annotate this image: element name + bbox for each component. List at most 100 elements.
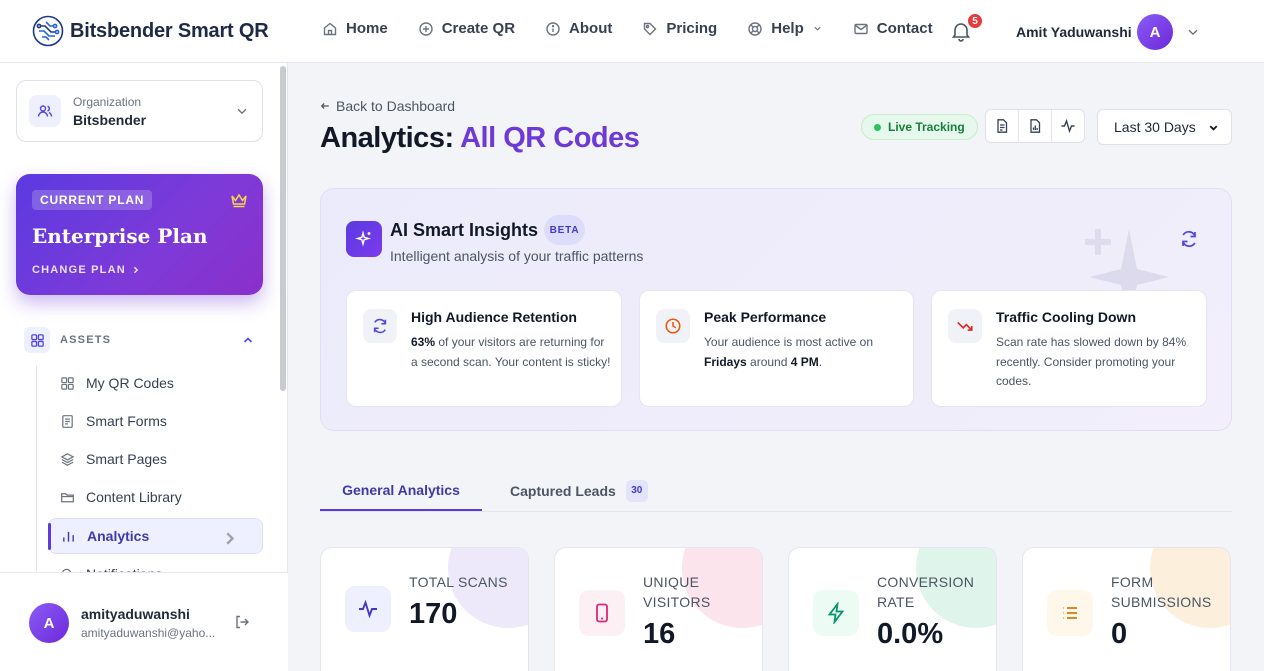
analytics-tabs: General Analytics Captured Leads 30 (320, 470, 1232, 512)
ai-insights-subtitle: Intelligent analysis of your traffic pat… (390, 248, 644, 264)
nav-help[interactable]: Help (747, 20, 823, 37)
nav-create-qr-label: Create QR (441, 20, 516, 37)
dashboard-grid-icon (24, 327, 50, 353)
nav-contact[interactable]: Contact (853, 20, 933, 37)
arrow-left-icon (320, 103, 329, 109)
ai-insights-title: AI Smart Insights (390, 220, 539, 240)
nav-home[interactable]: Home (322, 20, 388, 37)
sidebar-item-label: My QR Codes (86, 375, 174, 391)
sidebar-item-label: Smart Forms (86, 413, 167, 429)
brand[interactable]: Bitsbender Smart QR (32, 15, 269, 47)
export-pdf-button[interactable] (1019, 110, 1052, 142)
change-plan-label: CHANGE PLAN (32, 264, 126, 276)
plus-circle-icon (418, 21, 433, 36)
nav-about-label: About (569, 20, 613, 37)
live-activity-button[interactable] (1052, 110, 1084, 142)
beta-badge: BETA (544, 215, 585, 245)
assets-section-label: ASSETS (60, 334, 112, 346)
sidebar-scrollbar[interactable] (280, 66, 286, 391)
stat-label: FORM SUBMISSIONS (1111, 574, 1212, 610)
chevron-right-icon (133, 266, 139, 274)
stat-card-unique-visitors: UNIQUE VISITORS 16 (554, 547, 763, 671)
assets-section-toggle[interactable]: ASSETS (24, 326, 264, 354)
stat-card-total-scans: TOTAL SCANS 170 (320, 547, 529, 671)
stat-value: 0 (1111, 618, 1128, 650)
nav-home-label: Home (346, 20, 388, 37)
insight-text: of your visitors are returning for a sec… (411, 335, 611, 369)
insight-title: Peak Performance (704, 309, 827, 325)
live-tracking-badge: Live Tracking (861, 114, 978, 140)
nav-pricing[interactable]: Pricing (642, 20, 717, 37)
chevron-down-icon (1209, 124, 1218, 131)
bolt-icon (813, 590, 859, 636)
sidebar-tree-line (36, 366, 37, 571)
activity-icon (345, 586, 391, 632)
file-text-icon (997, 119, 1008, 133)
chevron-down-icon[interactable] (1186, 25, 1200, 39)
stat-card-form-submissions: FORM SUBMISSIONS 0 (1022, 547, 1231, 671)
page-title-prefix: Analytics: (320, 122, 454, 154)
insight-highlight: 4 PM (790, 354, 819, 369)
circuit-qr-logo-icon (32, 15, 64, 47)
export-csv-button[interactable] (986, 110, 1019, 142)
activity-icon (1061, 118, 1075, 134)
change-plan-link[interactable]: CHANGE PLAN (32, 264, 140, 276)
mail-icon (854, 23, 868, 34)
organization-switcher[interactable]: Organization Bitsbender (16, 80, 263, 142)
bar-chart-icon (63, 531, 74, 542)
sidebar-email: amityaduwanshi@yaho... (81, 626, 216, 640)
nav-create-qr[interactable]: Create QR (418, 20, 515, 37)
sidebar-item-smart-forms[interactable]: Smart Forms (48, 403, 263, 439)
page-title: Analytics: All QR Codes (320, 122, 640, 155)
grid-icon (61, 376, 74, 390)
sidebar-item-content-library[interactable]: Content Library (48, 479, 263, 515)
logout-icon[interactable] (234, 614, 250, 630)
lifebuoy-icon (748, 21, 762, 36)
file-chart-icon (1030, 119, 1041, 133)
sidebar-item-smart-pages[interactable]: Smart Pages (48, 441, 263, 477)
leads-count-badge: 30 (625, 479, 648, 502)
plan-card: CURRENT PLAN Enterprise Plan CHANGE PLAN (16, 174, 263, 295)
tag-icon (644, 22, 657, 35)
avatar[interactable]: A (1137, 14, 1173, 50)
insight-card-retention: High Audience Retention 63% of your visi… (346, 290, 622, 407)
ai-insights-card: AI Smart Insights BETA Intelligent analy… (320, 188, 1232, 431)
refresh-icon[interactable] (1179, 229, 1199, 249)
tab-captured-leads[interactable]: Captured Leads 30 (510, 470, 648, 511)
back-to-dashboard-link[interactable]: Back to Dashboard (320, 98, 455, 114)
stat-label: TOTAL SCANS (409, 574, 508, 590)
sidebar-item-my-qr-codes[interactable]: My QR Codes (48, 365, 263, 401)
sparkles-icon (346, 221, 382, 257)
insight-highlight: 63% (411, 335, 436, 349)
stat-label: CONVERSION RATE (877, 574, 975, 610)
form-icon (62, 414, 73, 428)
nav-about[interactable]: About (545, 20, 612, 37)
user-name[interactable]: Amit Yaduwanshi (1016, 24, 1132, 40)
trend-down-icon (948, 309, 982, 343)
chevron-right-icon (226, 532, 235, 545)
insight-highlight: Fridays (704, 354, 747, 369)
nav-help-label: Help (771, 20, 804, 37)
folder-icon (61, 492, 74, 502)
chevron-up-icon (243, 337, 253, 343)
sidebar-username: amityaduwanshi (81, 606, 190, 622)
insight-body: 63% of your visitors are returning for a… (411, 333, 611, 372)
crown-icon (231, 193, 247, 208)
sidebar-item-analytics[interactable]: Analytics (48, 518, 263, 554)
organization-name: Bitsbender (73, 112, 147, 128)
live-tracking-label: Live Tracking (888, 120, 965, 134)
insight-text: Your audience is most active on (704, 335, 873, 349)
date-range-value: Last 30 Days (1114, 119, 1196, 135)
date-range-select[interactable]: Last 30 Days (1097, 109, 1232, 145)
stat-card-conversion-rate: CONVERSION RATE 0.0% (788, 547, 997, 671)
tab-general-analytics[interactable]: General Analytics (320, 470, 482, 511)
stat-value: 170 (409, 598, 458, 630)
chevron-down-icon (237, 108, 247, 115)
plan-name: Enterprise Plan (32, 224, 208, 248)
stat-value: 0.0% (877, 618, 944, 650)
stat-label: UNIQUE VISITORS (643, 574, 711, 610)
sidebar-item-label: Analytics (87, 528, 150, 544)
info-icon (546, 21, 560, 36)
avatar[interactable]: A (29, 603, 69, 643)
refresh-icon (363, 309, 397, 343)
